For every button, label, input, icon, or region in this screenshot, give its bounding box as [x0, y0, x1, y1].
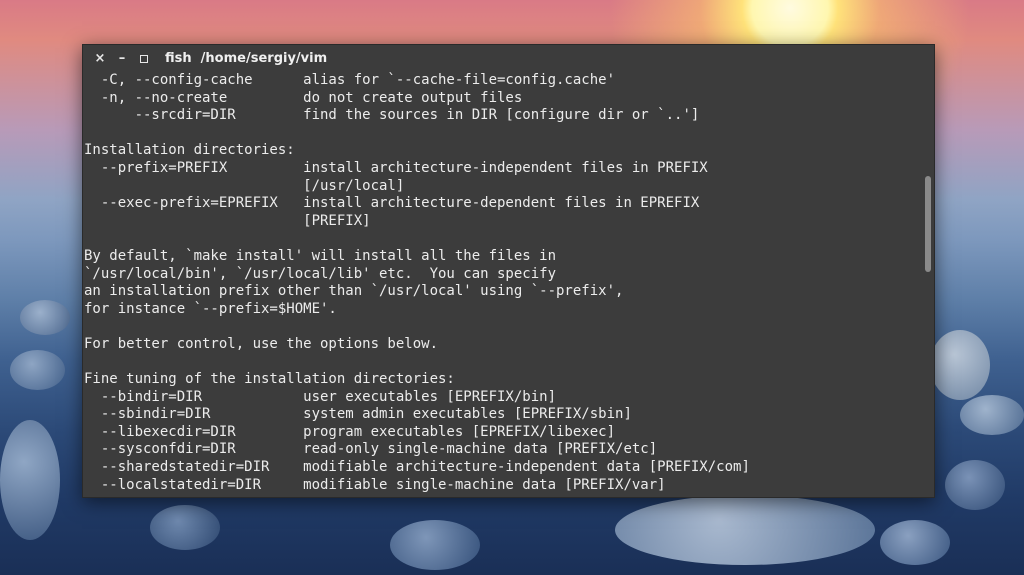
pebble [960, 395, 1024, 435]
terminal-line: --localstatedir=DIR modifiable single-ma… [84, 476, 666, 493]
pebble [150, 505, 220, 550]
maximize-button[interactable] [133, 48, 155, 70]
close-button[interactable]: × [89, 48, 111, 70]
terminal-line: an installation prefix other than `/usr/… [84, 283, 624, 300]
terminal-line: Installation directories: [84, 142, 295, 159]
pebble [10, 350, 65, 390]
terminal-line: Fine tuning of the installation director… [84, 371, 455, 388]
terminal-line: --srcdir=DIR find the sources in DIR [co… [84, 107, 700, 124]
terminal-line: for instance `--prefix=$HOME'. [84, 300, 337, 317]
scrollbar-thumb[interactable] [925, 176, 931, 272]
pebble [20, 300, 70, 335]
title-bar[interactable]: × – fish /home/sergiy/vim [83, 45, 934, 72]
maximize-icon [140, 54, 148, 63]
terminal-line: --exec-prefix=EPREFIX install architectu… [84, 195, 700, 212]
terminal-line: `/usr/local/bin', `/usr/local/lib' etc. … [84, 265, 557, 282]
scrollbar[interactable] [924, 72, 932, 495]
terminal-line: -n, --no-create do not create output fil… [84, 89, 523, 106]
terminal-line: --libexecdir=DIR program executables [EP… [84, 423, 616, 440]
pebble [0, 420, 60, 540]
minimize-button[interactable]: – [111, 48, 133, 70]
terminal-window[interactable]: × – fish /home/sergiy/vim -C, --config-c… [82, 44, 935, 498]
terminal-line: --sbindir=DIR system admin executables [… [84, 406, 632, 423]
pebble [880, 520, 950, 565]
close-icon: × [94, 51, 106, 66]
pebble [930, 330, 990, 400]
terminal-line: [PREFIX] [84, 212, 371, 229]
pebble [615, 495, 875, 565]
terminal-line: By default, `make install' will install … [84, 247, 557, 264]
terminal-line: --sysconfdir=DIR read-only single-machin… [84, 441, 658, 458]
pebble [390, 520, 480, 570]
window-title: fish /home/sergiy/vim [165, 51, 328, 66]
terminal-line: -C, --config-cache alias for `--cache-fi… [84, 72, 616, 88]
terminal-output[interactable]: -C, --config-cache alias for `--cache-fi… [83, 72, 920, 497]
terminal-line: For better control, use the options belo… [84, 335, 439, 352]
terminal-line: [/usr/local] [84, 177, 405, 194]
minimize-icon: – [118, 51, 126, 66]
terminal-line: --prefix=PREFIX install architecture-ind… [84, 159, 708, 176]
terminal-line: --sharedstatedir=DIR modifiable architec… [84, 459, 750, 476]
pebble [945, 460, 1005, 510]
terminal-line: --bindir=DIR user executables [EPREFIX/b… [84, 388, 557, 405]
